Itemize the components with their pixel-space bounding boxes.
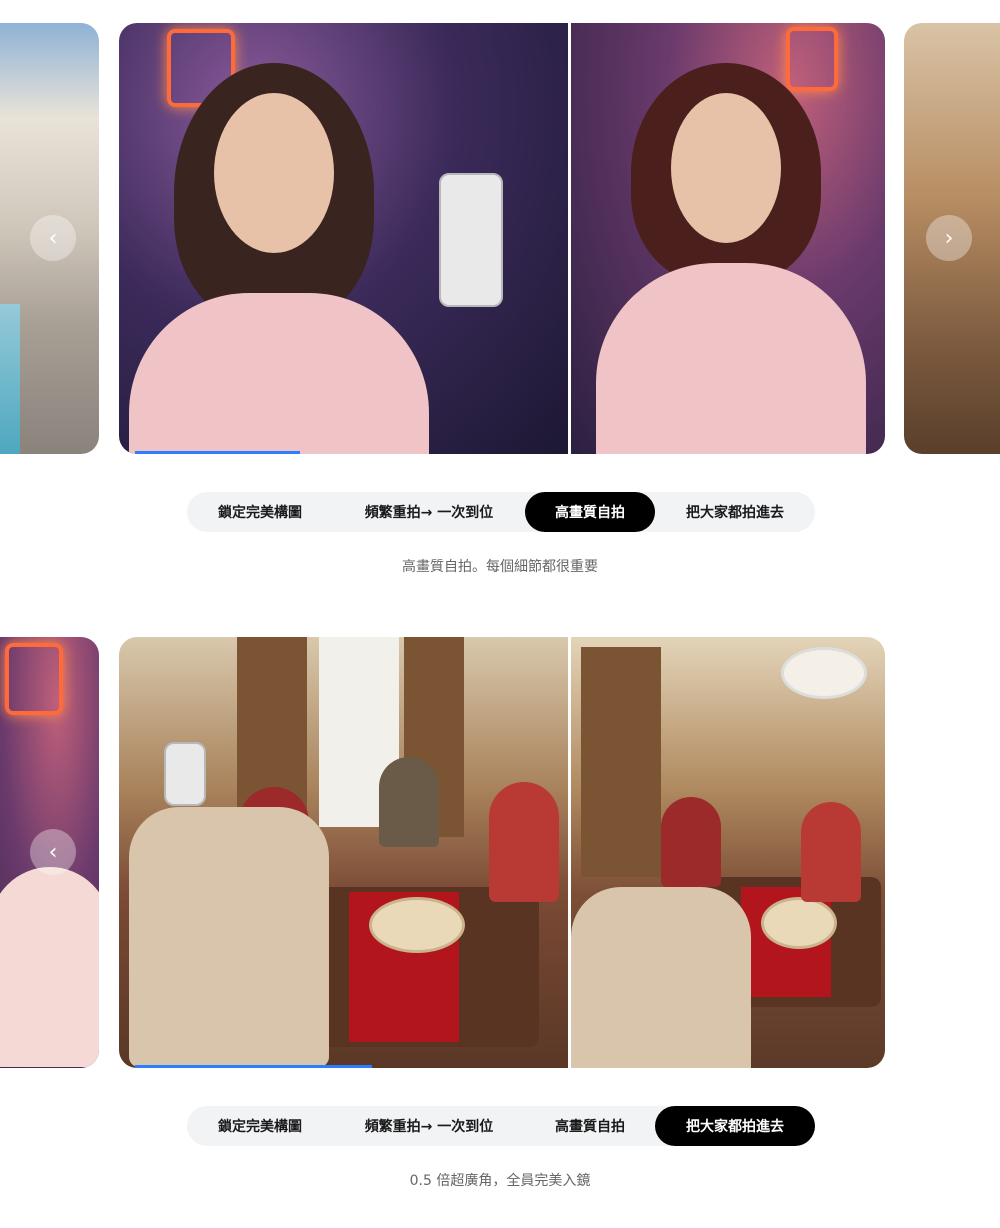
person-face: [214, 93, 334, 253]
tab-lock-composition[interactable]: 鎖定完美構圖: [187, 1106, 333, 1146]
carousel-group: ‹ 鎖定完美構圖 頻繁重拍→ 一次到位 高畫質自拍 把大家都拍進去 0.5 倍超…: [0, 614, 1000, 1228]
tab-group-shot[interactable]: 把大家都拍進去: [655, 1106, 815, 1146]
family-member: [379, 757, 439, 847]
tab-one-shot[interactable]: 頻繁重拍→ 一次到位: [333, 1106, 525, 1146]
tab-group-shot[interactable]: 把大家都拍進去: [655, 492, 815, 532]
photo-taking-group-selfie: [119, 637, 568, 1068]
feature-tab-bar: 鎖定完美構圖 頻繁重拍→ 一次到位 高畫質自拍 把大家都拍進去: [187, 1106, 815, 1146]
neon-beer-sign: [5, 643, 63, 715]
slide-progress-bar: [135, 451, 300, 454]
next-slide-button[interactable]: ›: [926, 215, 972, 261]
tab-one-shot[interactable]: 頻繁重拍→ 一次到位: [333, 492, 525, 532]
family-member: [661, 797, 721, 887]
phone-icon: [164, 742, 206, 806]
tab-hq-selfie[interactable]: 高畫質自拍: [525, 1106, 655, 1146]
person-shirt: [129, 293, 429, 454]
person-shirt: [0, 867, 99, 1067]
slide-current: [119, 637, 885, 1068]
family-member: [801, 802, 861, 902]
man-in-front: [571, 887, 751, 1068]
ceiling-lamp: [781, 647, 867, 699]
dumpling-plate: [761, 897, 837, 949]
feature-tab-bar: 鎖定完美構圖 頻繁重拍→ 一次到位 高畫質自拍 把大家都拍進去: [187, 492, 815, 532]
tab-lock-composition[interactable]: 鎖定完美構圖: [187, 492, 333, 532]
phone-icon: [439, 173, 503, 307]
chevron-right-icon: ›: [944, 225, 954, 251]
neon-beer-sign: [786, 27, 838, 91]
curtain: [581, 647, 661, 877]
slide-caption: 0.5 倍超廣角，全員完美入鏡: [409, 1173, 591, 1189]
photo-taking-selfie: [119, 23, 568, 454]
slide-progress-bar: [135, 1065, 372, 1068]
tab-hq-selfie[interactable]: 高畫質自拍: [525, 492, 655, 532]
chevron-left-icon: ‹: [48, 839, 58, 865]
chevron-left-icon: ‹: [48, 225, 58, 251]
dumpling-plate: [369, 897, 465, 953]
family-member: [489, 782, 559, 902]
previous-slide-button[interactable]: ‹: [30, 829, 76, 875]
previous-slide-button[interactable]: ‹: [30, 215, 76, 261]
man-holding-phone: [129, 807, 329, 1067]
slide-caption: 高畫質自拍。每個細節都很重要: [402, 559, 598, 575]
photo-selfie-result: [571, 23, 885, 454]
carousel-selfie: ‹ › 鎖定完美構圖 頻繁重拍→ 一次到位 高畫質自拍 把大家都拍進去 高畫質自…: [0, 0, 1000, 614]
photo-group-result: [571, 637, 885, 1068]
person-shirt: [596, 263, 866, 454]
person-face: [671, 93, 781, 243]
slide-current: [119, 23, 885, 454]
